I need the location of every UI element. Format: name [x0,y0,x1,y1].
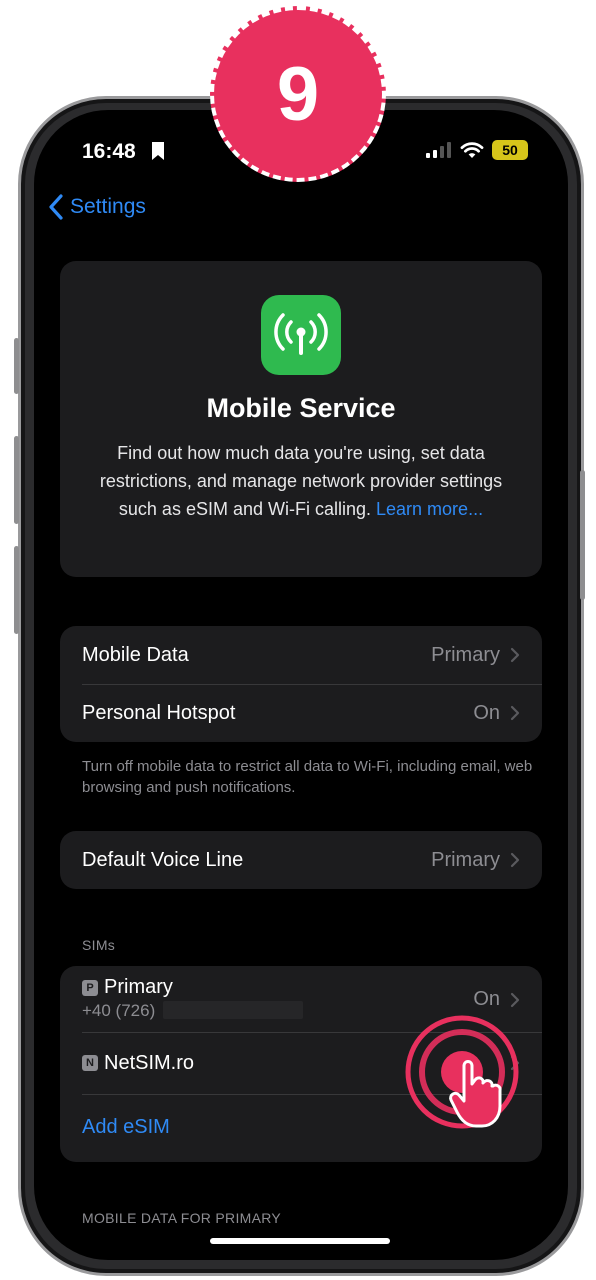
personal-hotspot-row[interactable]: Personal Hotspot On [60,684,542,742]
sim-badge-p: P [82,980,98,996]
status-indicators: 50 [426,140,528,160]
mobile-data-value: Primary [431,643,500,666]
personal-hotspot-value: On [473,701,500,724]
chevron-right-icon [510,852,520,868]
chevron-right-icon [510,705,520,721]
side-button [580,470,585,600]
mobile-service-header-card: Mobile Service Find out how much data yo… [60,261,542,577]
volume-up-button [14,436,19,524]
chevron-right-icon [510,992,520,1008]
step-number: 9 [276,51,320,137]
action-button [14,338,19,394]
chevron-left-icon [49,194,63,220]
sim-name: Primary [104,976,173,998]
sims-section-header: SIMs [82,937,116,953]
battery-indicator: 50 [492,140,528,160]
home-indicator [210,1238,390,1244]
page-description: Find out how much data you're using, set… [82,439,520,523]
voice-line-group: Default Voice Line Primary [60,831,542,889]
sim-status-value: On [473,988,500,1010]
back-button[interactable]: Settings [48,194,146,220]
chevron-right-icon [510,647,520,663]
mobile-data-for-primary-header: MOBILE DATA FOR PRIMARY [82,1210,282,1226]
step-number-badge: 9 [210,6,386,182]
mobile-data-label: Mobile Data [82,643,189,666]
redacted-block [163,1001,304,1019]
volume-down-button [14,546,19,634]
status-time: 16:48 [82,140,136,163]
page-title: Mobile Service [206,393,396,423]
default-voice-line-row[interactable]: Default Voice Line Primary [60,831,542,889]
add-esim-label: Add eSIM [82,1115,170,1138]
sim-phone-number: +40 (726) [82,1001,156,1020]
signal-icon [426,142,451,158]
personal-hotspot-label: Personal Hotspot [82,701,236,724]
bookmark-icon [152,142,164,160]
wifi-icon [460,142,484,158]
default-voice-line-label: Default Voice Line [82,848,244,871]
mobile-service-app-icon [261,295,341,375]
antenna-icon [274,313,328,355]
sim-name: NetSIM.ro [104,1051,195,1074]
mobile-data-group: Mobile Data Primary Personal Hotspot On [60,626,542,742]
back-label: Settings [70,195,146,218]
sim-badge-n: N [82,1055,98,1071]
mobile-data-footnote: Turn off mobile data to restrict all dat… [82,758,533,796]
default-voice-line-value: Primary [431,848,500,871]
learn-more-link[interactable]: Learn more... [376,499,483,519]
tap-hand-icon [405,1015,519,1129]
mobile-data-row[interactable]: Mobile Data Primary [60,626,542,684]
